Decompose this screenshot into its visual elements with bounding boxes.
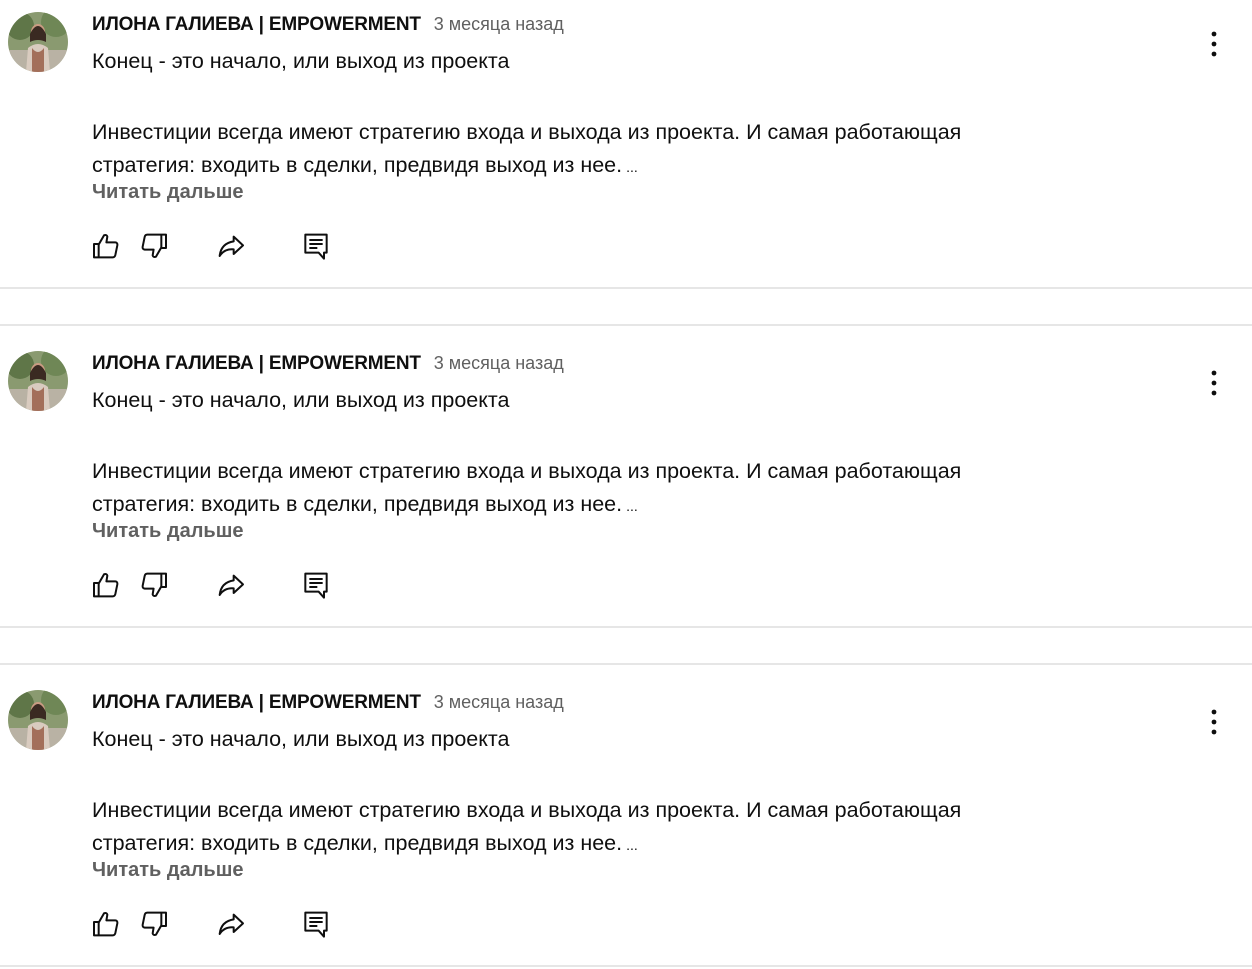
avatar-photo: [8, 351, 68, 411]
post-timestamp[interactable]: 3 месяца назад: [434, 692, 564, 713]
thumb-down-icon: [141, 233, 167, 258]
post-header: ИЛОНА ГАЛИЕВА | EMPOWERMENT 3 месяца наз…: [92, 692, 564, 714]
share-button[interactable]: [211, 565, 251, 605]
post-body-line: Инвестиции всегда имеют стратегию входа …: [92, 120, 962, 144]
more-actions-button[interactable]: [1198, 365, 1230, 401]
thumb-up-icon: [93, 912, 119, 937]
post-body-text: стратегия: входить в сделки, предвидя вы…: [92, 153, 623, 177]
community-post: ИЛОНА ГАЛИЕВА | EMPOWERMENT 3 месяца наз…: [0, 339, 1252, 629]
post-actions: [86, 904, 346, 944]
more-vert-icon: [1211, 31, 1217, 57]
post-actions: [86, 226, 346, 266]
share-button[interactable]: [211, 904, 251, 944]
truncation-ellipsis: ...: [626, 159, 638, 175]
community-feed: ИЛОНА ГАЛИЕВА | EMPOWERMENT 3 месяца наз…: [0, 0, 1252, 969]
like-button[interactable]: [86, 904, 126, 944]
dislike-button[interactable]: [134, 565, 174, 605]
post-timestamp[interactable]: 3 месяца назад: [434, 353, 564, 374]
post-body-line: стратегия: входить в сделки, предвидя вы…: [92, 488, 1152, 523]
comment-icon: [304, 572, 328, 599]
community-post: ИЛОНА ГАЛИЕВА | EMPOWERMENT 3 месяца наз…: [0, 0, 1252, 290]
post-body-line: Инвестиции всегда имеют стратегию входа …: [92, 459, 962, 483]
share-icon: [218, 235, 244, 257]
post-body: Инвестиции всегда имеют стратегию входа …: [92, 455, 1152, 523]
avatar[interactable]: [8, 12, 68, 72]
read-more-link[interactable]: Читать дальше: [92, 859, 244, 882]
post-timestamp[interactable]: 3 месяца назад: [434, 14, 564, 35]
post-title: Конец - это начало, или выход из проекта: [92, 727, 510, 751]
post-body: Инвестиции всегда имеют стратегию входа …: [92, 116, 1152, 184]
share-button[interactable]: [211, 226, 251, 266]
truncation-ellipsis: ...: [626, 837, 638, 853]
author-name[interactable]: ИЛОНА ГАЛИЕВА | EMPOWERMENT: [92, 692, 421, 714]
divider: [0, 965, 1252, 967]
post-header: ИЛОНА ГАЛИЕВА | EMPOWERMENT 3 месяца наз…: [92, 353, 564, 375]
post-body-line: стратегия: входить в сделки, предвидя вы…: [92, 149, 1152, 184]
thumb-down-icon: [141, 572, 167, 597]
avatar[interactable]: [8, 351, 68, 411]
avatar[interactable]: [8, 690, 68, 750]
more-vert-icon: [1211, 709, 1217, 735]
post-actions: [86, 565, 346, 605]
post-title: Конец - это начало, или выход из проекта: [92, 388, 510, 412]
post-title: Конец - это начало, или выход из проекта: [92, 49, 510, 73]
read-more-link[interactable]: Читать дальше: [92, 520, 244, 543]
like-button[interactable]: [86, 565, 126, 605]
divider: [0, 663, 1252, 665]
comment-icon: [304, 911, 328, 938]
thumb-up-icon: [93, 234, 119, 259]
post-body-text: стратегия: входить в сделки, предвидя вы…: [92, 492, 623, 516]
truncation-ellipsis: ...: [626, 498, 638, 514]
thumb-down-icon: [141, 911, 167, 936]
divider: [0, 287, 1252, 289]
author-name[interactable]: ИЛОНА ГАЛИЕВА | EMPOWERMENT: [92, 353, 421, 375]
divider: [0, 324, 1252, 326]
thumb-up-icon: [93, 573, 119, 598]
comment-button[interactable]: [296, 226, 336, 266]
more-vert-icon: [1211, 370, 1217, 396]
more-actions-button[interactable]: [1198, 26, 1230, 62]
post-body-line: стратегия: входить в сделки, предвидя вы…: [92, 827, 1152, 862]
comment-button[interactable]: [296, 904, 336, 944]
share-icon: [218, 574, 244, 596]
post-body-text: стратегия: входить в сделки, предвидя вы…: [92, 831, 623, 855]
avatar-photo: [8, 690, 68, 750]
avatar-photo: [8, 12, 68, 72]
read-more-link[interactable]: Читать дальше: [92, 181, 244, 204]
community-post: ИЛОНА ГАЛИЕВА | EMPOWERMENT 3 месяца наз…: [0, 678, 1252, 968]
divider: [0, 626, 1252, 628]
dislike-button[interactable]: [134, 904, 174, 944]
more-actions-button[interactable]: [1198, 704, 1230, 740]
comment-button[interactable]: [296, 565, 336, 605]
like-button[interactable]: [86, 226, 126, 266]
post-body-line: Инвестиции всегда имеют стратегию входа …: [92, 798, 962, 822]
post-header: ИЛОНА ГАЛИЕВА | EMPOWERMENT 3 месяца наз…: [92, 14, 564, 36]
dislike-button[interactable]: [134, 226, 174, 266]
share-icon: [218, 913, 244, 935]
post-body: Инвестиции всегда имеют стратегию входа …: [92, 794, 1152, 862]
author-name[interactable]: ИЛОНА ГАЛИЕВА | EMPOWERMENT: [92, 14, 421, 36]
comment-icon: [304, 233, 328, 260]
